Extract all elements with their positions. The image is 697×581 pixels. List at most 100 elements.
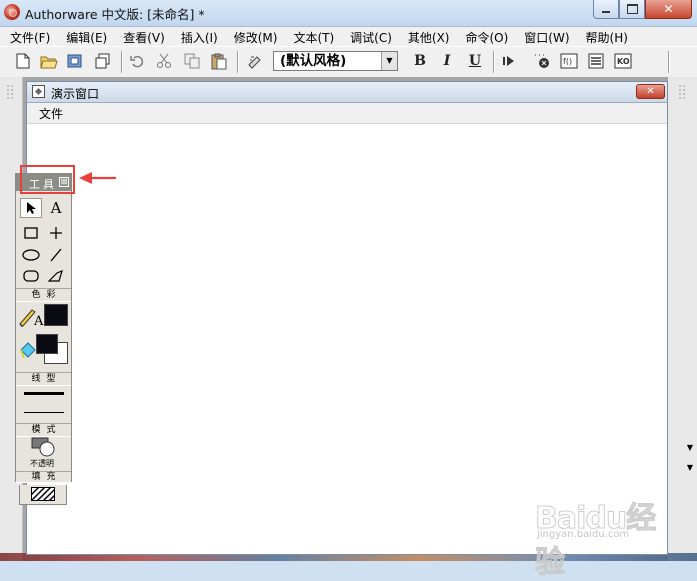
menu-command[interactable]: 命令(O) [455,27,514,46]
thick-line-sample [24,392,64,395]
control-panel-icon [535,54,549,68]
tools-palette[interactable]: 工具 ⊠ A 色彩 A 线型 模式 不透明 填充 [15,173,72,483]
fill-pattern-selector[interactable] [19,485,67,505]
knowledge-objects-button[interactable]: KO [614,52,632,70]
line-color-tool[interactable]: A [18,303,70,329]
app-title-bar: Authorware 中文版: [未命名] * ✕ [0,0,697,27]
paint-bucket-icon [20,342,36,359]
foreground-fill-swatch[interactable] [36,334,58,354]
save-all-button[interactable] [94,52,112,70]
text-tool[interactable]: A [45,198,67,218]
crosshair-icon [50,227,62,239]
menu-other[interactable]: 其他(X) [398,27,456,46]
polygon-tool[interactable] [45,266,67,286]
chevron-down-icon: ▼ [381,52,397,70]
crosshair-line-tool[interactable] [45,223,67,243]
diagonal-line-tool[interactable] [45,245,67,265]
menu-text[interactable]: 文本(T) [283,27,340,46]
control-panel-button[interactable] [533,52,551,70]
rectangle-icon [24,227,38,239]
ellipse-tool[interactable] [20,245,42,265]
presentation-menu-file[interactable]: 文件 [39,105,63,122]
text-style-select[interactable]: (默认风格) ▼ [273,51,398,71]
toolbar-separator [121,51,123,73]
presentation-window[interactable]: 演示窗口 ✕ 文件 [26,81,668,555]
authorware-app-icon[interactable] [4,4,20,20]
pointer-arrow-icon [27,202,36,214]
grip-icon [679,85,685,101]
fill-color-tool[interactable] [18,334,70,366]
find-icon [248,56,261,69]
presentation-window-icon [32,85,45,98]
toolbar-separator [493,51,495,73]
variables-window-button[interactable] [587,52,605,70]
side-dropdown-arrow[interactable]: ▼ [684,443,696,457]
app-title: Authorware 中文版: [未命名] * [25,7,205,22]
rectangle-tool[interactable] [20,223,42,243]
thin-line-sample [24,412,64,413]
menu-help[interactable]: 帮助(H) [576,27,634,46]
presentation-window-title: 演示窗口 [51,87,100,101]
close-icon: ✕ [663,2,674,16]
baidu-watermark: Baidu经验 jingyan.baidu.com [535,493,665,581]
svg-text:f(): f() [563,57,572,66]
rounded-rectangle-icon [23,270,39,282]
maximize-icon [626,4,638,14]
new-file-button[interactable] [14,52,32,70]
toolbar-separator [237,51,239,73]
copy-icon [184,53,200,69]
open-folder-icon [40,56,58,68]
knowledge-objects-icon: KO [614,53,632,69]
right-side-panel: ▼ ▼ [668,77,697,561]
pointer-tool[interactable] [20,198,42,218]
menu-edit[interactable]: 编辑(E) [56,27,113,46]
paste-icon [211,53,227,69]
menu-file[interactable]: 文件(F) [0,27,56,46]
cut-button[interactable] [155,52,173,70]
find-button[interactable] [246,52,264,70]
mode-selector[interactable]: 不透明 [20,437,68,471]
toolbar-separator [668,51,670,73]
svg-text:KO: KO [617,57,630,66]
functions-window-button[interactable]: f() [560,52,578,70]
mode-section-label: 模式 [16,423,71,437]
opaque-mode-icon [31,437,55,457]
undo-button[interactable] [128,52,146,70]
save-all-icon [95,53,110,69]
line-style-selector[interactable] [20,386,68,422]
color-section-label: 色彩 [16,288,71,302]
functions-icon: f() [560,53,578,69]
open-file-button[interactable] [40,52,58,70]
new-file-icon [16,53,30,69]
restart-button[interactable] [500,52,518,70]
ellipse-icon [22,249,40,261]
minimize-icon [602,11,610,13]
italic-button[interactable]: I [438,52,456,70]
presentation-window-close-button[interactable]: ✕ [636,84,665,99]
underline-button[interactable]: U [466,52,484,70]
main-menubar: 文件(F) 编辑(E) 查看(V) 插入(I) 修改(M) 文本(T) 调试(C… [0,27,697,46]
menu-debug[interactable]: 调试(C) [340,27,398,46]
foreground-color-swatch[interactable] [44,304,68,326]
diagonal-line-icon [50,248,62,262]
maximize-button[interactable] [619,0,645,19]
minimize-button[interactable] [593,0,619,19]
undo-icon [130,55,144,68]
bold-button[interactable]: B [411,52,429,70]
line-style-section-label: 线型 [16,372,71,386]
menu-view[interactable]: 查看(V) [113,27,171,46]
close-button[interactable]: ✕ [645,0,692,19]
menu-modify[interactable]: 修改(M) [224,27,284,46]
presentation-window-title-bar: 演示窗口 ✕ [27,82,667,103]
rounded-rectangle-tool[interactable] [20,266,42,286]
import-button[interactable] [66,52,84,70]
fill-section-label: 填充 [16,471,71,483]
annotation-arrow-icon [79,172,116,184]
paste-button[interactable] [210,52,228,70]
menu-insert[interactable]: 插入(I) [171,27,224,46]
side-dropdown-arrow[interactable]: ▼ [684,463,696,477]
import-icon [67,54,82,68]
copy-button[interactable] [183,52,201,70]
annotation-highlight-box [20,165,75,194]
menu-window[interactable]: 窗口(W) [514,27,575,46]
